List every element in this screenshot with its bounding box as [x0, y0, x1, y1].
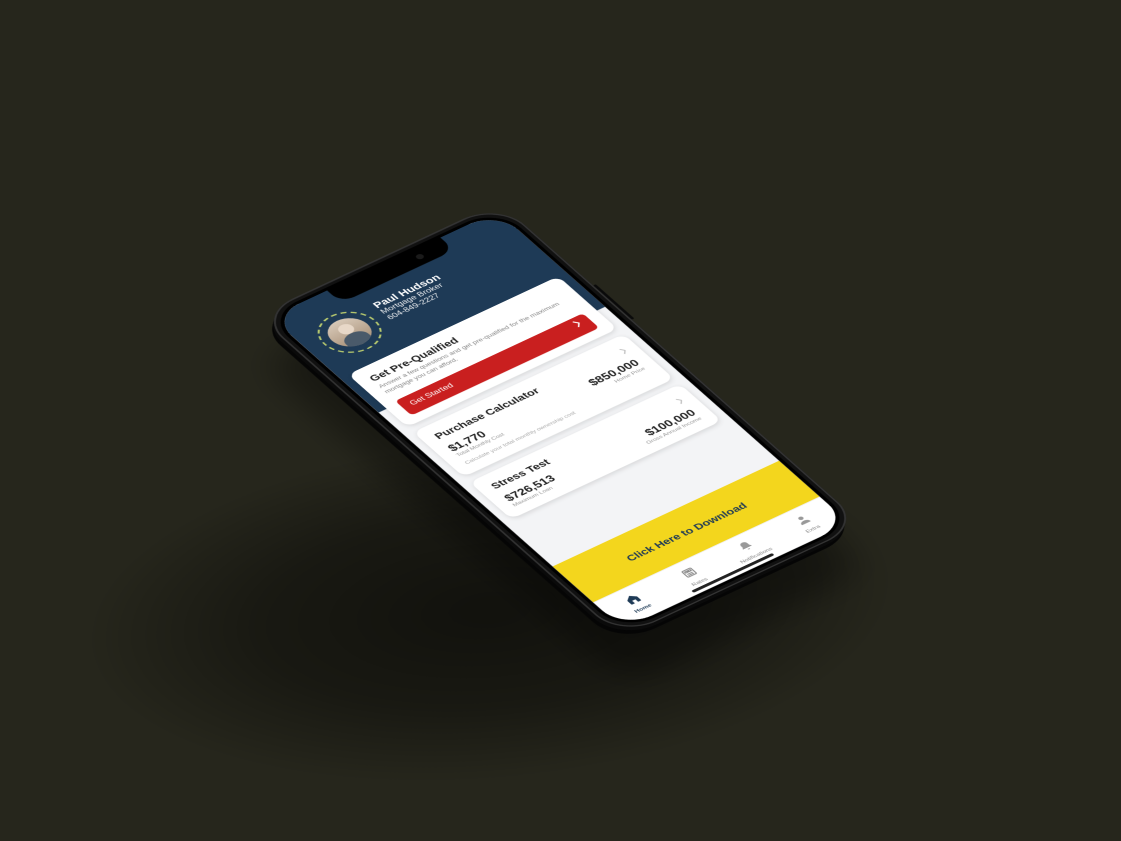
mute-switch: [319, 373, 337, 388]
max-loan-value: $726,513: [501, 473, 558, 503]
tab-label: Rates: [691, 577, 710, 588]
tab-label: Notifications: [739, 547, 774, 565]
volume-down: [374, 422, 402, 446]
bell-icon: [735, 539, 760, 556]
monthly-cost-label: Total Monthly Cost: [455, 432, 506, 457]
cta-label: Get Started: [408, 382, 456, 407]
chevron-right-icon: [568, 317, 591, 335]
home-icon: [621, 592, 646, 609]
gross-income-label: Gross Annual Income: [645, 416, 703, 445]
person-icon: [791, 513, 816, 530]
max-loan-label: Maximum Loan: [511, 482, 562, 508]
monthly-cost-value: $1,770: [445, 423, 501, 453]
tab-label: Extra: [805, 524, 822, 534]
download-label: Click Here to Download: [623, 500, 749, 563]
rates-icon: [678, 565, 703, 582]
tab-label: Home: [634, 603, 654, 614]
